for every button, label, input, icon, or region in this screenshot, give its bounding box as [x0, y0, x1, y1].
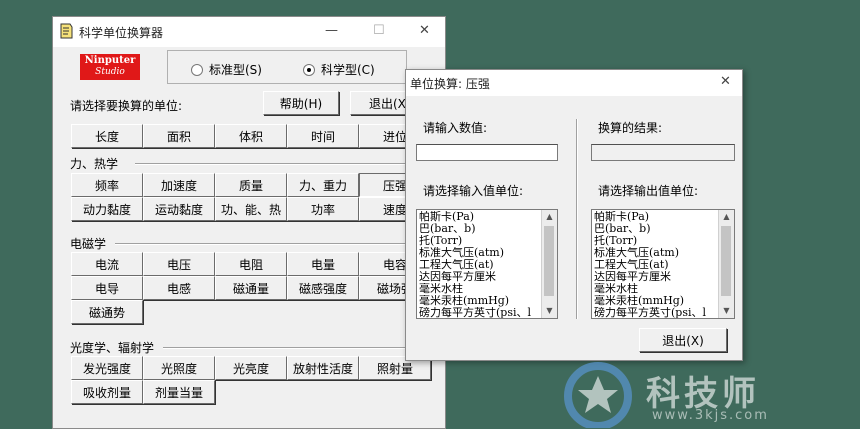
dialog-exit-button[interactable]: 退出(X) [639, 328, 727, 352]
unit-radioactivity-button[interactable]: 放射性活度 [287, 356, 359, 380]
group-optics-line [163, 347, 435, 349]
unit-power-button[interactable]: 功率 [287, 197, 359, 221]
result-label: 换算的结果: [598, 121, 663, 135]
unit-time-button[interactable]: 时间 [287, 124, 359, 148]
radio-standard[interactable]: 标准型(S) [191, 61, 262, 78]
help-button[interactable]: 帮助(H) [263, 91, 339, 115]
list-item[interactable]: 巴(bar、b) [594, 223, 718, 235]
radio-scientific[interactable]: 科学型(C) [303, 61, 375, 78]
scroll-up-icon[interactable]: ▲ [542, 210, 557, 224]
list-item[interactable]: 达因每平方厘米 [594, 271, 718, 283]
list-item[interactable]: 毫米水柱 [594, 283, 718, 295]
list-item[interactable]: 帕斯卡(Pa) [419, 211, 541, 223]
radio-scientific-label: 科学型(C) [321, 63, 375, 77]
watermark-logo-icon [564, 362, 632, 428]
input-unit-label: 请选择输入值单位: [423, 184, 524, 198]
unit-inductance-button[interactable]: 电感 [143, 276, 215, 300]
select-unit-prompt: 请选择要换算的单位: [70, 99, 183, 113]
main-window: 科学单位换算器 — ☐ ✕ Ninputer Studio 标准型(S) 科学型… [52, 16, 446, 429]
unit-area-button[interactable]: 面积 [143, 124, 215, 148]
output-unit-scrollbar[interactable]: ▲ ▼ [718, 210, 734, 318]
unit-charge-button[interactable]: 电量 [287, 252, 359, 276]
list-item[interactable]: 毫米汞柱(mmHg) [594, 295, 718, 307]
list-item[interactable]: 工程大气压(at) [594, 259, 718, 271]
list-item[interactable]: 磅力每平方英寸(psi、l [594, 307, 718, 318]
maximize-icon[interactable]: ☐ [373, 23, 385, 38]
list-item[interactable]: 托(Torr) [419, 235, 541, 247]
list-item[interactable]: 磅力每平方英寸(psi、l [419, 307, 541, 318]
unit-resistance-button[interactable]: 电阻 [215, 252, 287, 276]
scroll-down-icon[interactable]: ▼ [719, 304, 734, 318]
scroll-down-icon[interactable]: ▼ [542, 304, 557, 318]
group-mechanics-title: 力、热学 [70, 157, 119, 171]
conversion-dialog: 单位换算: 压强 ✕ 请输入数值: 换算的结果: 请选择输入值单位: 请选择输出… [405, 69, 743, 361]
dialog-title: 单位换算: 压强 [410, 77, 490, 91]
group-mechanics-line [135, 163, 435, 165]
unit-magnetomotive-button[interactable]: 磁通势 [71, 300, 143, 324]
unit-magnetic-flux-button[interactable]: 磁通量 [215, 276, 287, 300]
list-item[interactable]: 毫米水柱 [419, 283, 541, 295]
unit-luminous-intensity-button[interactable]: 发光强度 [71, 356, 143, 380]
dialog-titlebar[interactable]: 单位换算: 压强 ✕ [406, 70, 742, 96]
unit-luminance-button[interactable]: 光亮度 [215, 356, 287, 380]
radio-standard-label: 标准型(S) [209, 63, 262, 77]
result-field [591, 144, 735, 161]
main-window-title: 科学单位换算器 [79, 26, 164, 40]
unit-conductance-button[interactable]: 电导 [71, 276, 143, 300]
ninputer-logo: Ninputer Studio [80, 54, 140, 80]
output-unit-listbox[interactable]: 帕斯卡(Pa) 巴(bar、b) 托(Torr) 标准大气压(atm) 工程大气… [591, 209, 735, 319]
input-unit-scrollbar[interactable]: ▲ ▼ [541, 210, 557, 318]
main-titlebar[interactable]: 科学单位换算器 — ☐ ✕ [53, 17, 445, 47]
minimize-icon[interactable]: — [325, 23, 338, 38]
input-value-label: 请输入数值: [423, 121, 488, 135]
output-unit-label: 请选择输出值单位: [598, 184, 699, 198]
scroll-thumb[interactable] [721, 226, 731, 296]
list-item[interactable]: 工程大气压(at) [419, 259, 541, 271]
unit-voltage-button[interactable]: 电压 [143, 252, 215, 276]
logo-line1: Ninputer [84, 55, 136, 66]
list-item[interactable]: 帕斯卡(Pa) [594, 211, 718, 223]
list-item[interactable]: 达因每平方厘米 [419, 271, 541, 283]
list-item[interactable]: 巴(bar、b) [419, 223, 541, 235]
list-item[interactable]: 毫米汞柱(mmHg) [419, 295, 541, 307]
unit-mass-button[interactable]: 质量 [215, 173, 287, 197]
watermark-url: www.3kjs.com [652, 408, 769, 423]
radio-standard-dot [191, 63, 203, 76]
unit-dose-equivalent-button[interactable]: 剂量当量 [143, 380, 215, 404]
unit-length-button[interactable]: 长度 [71, 124, 143, 148]
scroll-thumb[interactable] [544, 226, 554, 296]
scroll-up-icon[interactable]: ▲ [719, 210, 734, 224]
group-electromagnetism-line [115, 243, 435, 245]
list-item[interactable]: 标准大气压(atm) [419, 247, 541, 259]
close-icon[interactable]: ✕ [419, 23, 430, 38]
logo-line2: Studio [95, 67, 125, 77]
unit-force-button[interactable]: 力、重力 [287, 173, 359, 197]
input-value-field[interactable] [416, 144, 558, 161]
dialog-close-icon[interactable]: ✕ [720, 74, 731, 89]
group-electromagnetism-title: 电磁学 [70, 237, 107, 251]
input-unit-listbox[interactable]: 帕斯卡(Pa) 巴(bar、b) 托(Torr) 标准大气压(atm) 工程大气… [416, 209, 558, 319]
unit-flux-density-button[interactable]: 磁感强度 [287, 276, 359, 300]
unit-energy-button[interactable]: 功、能、热 [215, 197, 287, 221]
radio-scientific-dot [303, 63, 315, 76]
unit-kinematic-viscosity-button[interactable]: 运动黏度 [143, 197, 215, 221]
unit-dynamic-viscosity-button[interactable]: 动力黏度 [71, 197, 143, 221]
dialog-divider [576, 119, 578, 319]
app-icon [59, 23, 73, 39]
unit-acceleration-button[interactable]: 加速度 [143, 173, 215, 197]
group-optics-title: 光度学、辐射学 [70, 341, 155, 355]
unit-illuminance-button[interactable]: 光照度 [143, 356, 215, 380]
unit-current-button[interactable]: 电流 [71, 252, 143, 276]
list-item[interactable]: 托(Torr) [594, 235, 718, 247]
unit-volume-button[interactable]: 体积 [215, 124, 287, 148]
unit-absorbed-dose-button[interactable]: 吸收剂量 [71, 380, 143, 404]
watermark: 科技师 www.3kjs.com [560, 358, 860, 429]
unit-frequency-button[interactable]: 频率 [71, 173, 143, 197]
list-item[interactable]: 标准大气压(atm) [594, 247, 718, 259]
